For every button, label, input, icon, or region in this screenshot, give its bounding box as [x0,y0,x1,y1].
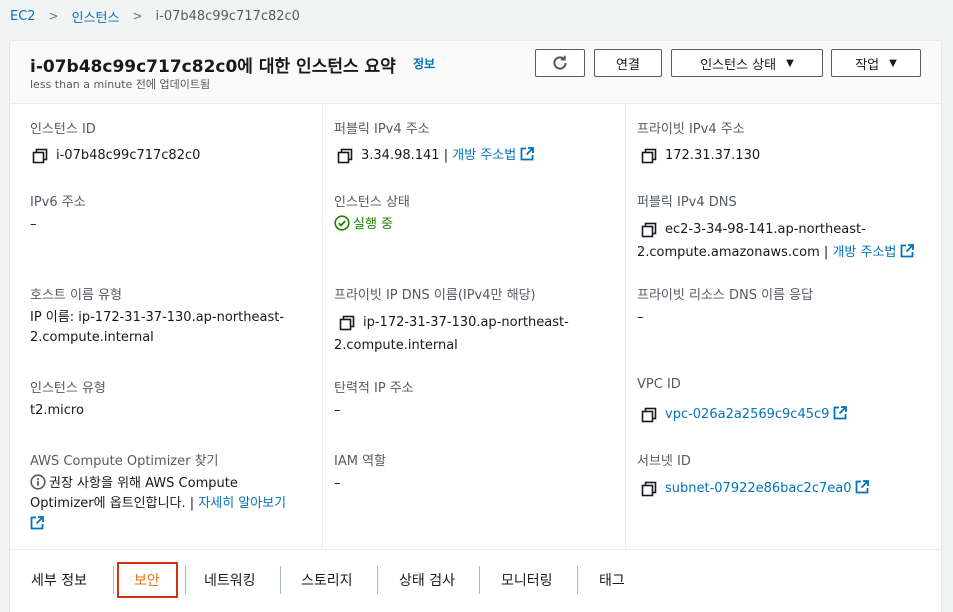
ipv6-label: IPv6 주소 [30,195,86,210]
external-link-icon[interactable] [900,244,915,258]
public-ipv4-label: 퍼블릭 IPv4 주소 [334,122,430,137]
breadcrumb: EC2 > 인스턴스 > i-07b48c99c717c82c0 [10,7,300,26]
external-link-icon[interactable] [855,480,870,494]
breadcrumb-separator: > [48,9,59,23]
copy-icon[interactable] [641,481,657,497]
tab-divider [577,566,578,594]
actions-label: 작업 [855,57,880,73]
tab-tags[interactable]: 태그 [599,568,625,592]
subnet-id-label: 서브넷 ID [637,454,691,469]
vpc-id-value: vpc-026a2a2569c9c45c9 [641,404,848,425]
page-title: i-07b48c99c717c82c0에 대한 인스턴스 요약 [30,57,396,77]
ipv6-value: – [30,217,37,232]
tab-status-checks[interactable]: 상태 검사 [399,568,455,592]
iam-role-label: IAM 역할 [334,454,386,469]
external-link-icon[interactable] [520,147,535,161]
learn-more-link[interactable]: 자세히 알아보기 [198,496,286,511]
instance-id-value: i-07b48c99c717c82c0 [32,145,200,166]
instance-state-button[interactable]: 인스턴스 상태 ▼ [671,49,823,77]
open-address-link[interactable]: 개방 주소법 [832,245,896,260]
connect-button[interactable]: 연결 [594,49,662,77]
tab-divider [185,566,186,594]
compute-optimizer-value-line1: 권장 사항을 위해 AWS Compute [30,473,238,494]
tab-details[interactable]: 세부 정보 [31,568,87,592]
column-divider [322,105,323,549]
tab-storage[interactable]: 스토리지 [301,568,353,592]
instance-state-value: 실행 중 [334,214,393,235]
actions-button[interactable]: 작업 ▼ [831,49,921,77]
breadcrumb-current: i-07b48c99c717c82c0 [155,8,300,24]
private-ipv4-label: 프라이빗 IPv4 주소 [637,122,745,137]
refresh-button[interactable] [535,49,585,77]
elastic-ip-value: – [334,403,341,418]
caret-down-icon: ▼ [889,57,897,69]
panel-header: i-07b48c99c717c82c0에 대한 인스턴스 요약 정보 less … [10,41,941,104]
public-dns-value-line1: ec2-3-34-98-141.ap-northeast- [641,219,866,240]
refresh-icon [553,55,567,70]
info-icon [30,474,46,490]
hostname-type-label: 호스트 이름 유형 [30,288,122,303]
copy-icon[interactable] [641,148,657,164]
private-dns-label: 프라이빗 IP DNS 이름(IPv4만 해당) [334,288,536,303]
tab-divider [479,566,480,594]
last-updated: less than a minute 전에 업데이트됨 [30,78,211,91]
instance-state-label: 인스턴스 상태 [700,57,777,73]
connect-label: 연결 [616,57,640,73]
copy-icon[interactable] [32,148,48,164]
breadcrumb-ec2[interactable]: EC2 [10,9,36,24]
public-ipv4-value: 3.34.98.141 | 개방 주소법 [337,145,535,166]
tab-divider [377,566,378,594]
private-ipv4-value: 172.31.37.130 [641,145,760,166]
copy-icon[interactable] [339,315,355,331]
breadcrumb-instances[interactable]: 인스턴스 [72,7,120,26]
vpc-id-label: VPC ID [637,377,681,392]
success-check-icon [334,215,350,231]
instance-summary-panel: i-07b48c99c717c82c0에 대한 인스턴스 요약 정보 less … [10,40,941,612]
caret-down-icon: ▼ [786,57,794,69]
hostname-type-value-line2: 2.compute.internal [30,330,154,345]
private-dns-value-line1: ip-172-31-37-130.ap-northeast- [339,312,569,333]
copy-icon[interactable] [641,407,657,423]
tab-networking[interactable]: 네트워킹 [204,568,256,592]
compute-optimizer-label: AWS Compute Optimizer 찾기 [30,454,219,469]
tab-highlight-box [117,562,178,598]
subnet-id-value: subnet-07922e86bac2c7ea0 [641,478,870,499]
compute-optimizer-value-line2: Optimizer에 옵트인합니다. | 자세히 알아보기 [30,496,287,511]
copy-icon[interactable] [337,148,353,164]
elastic-ip-label: 탄력적 IP 주소 [334,381,414,396]
hostname-type-value-line1: IP 이름: ip-172-31-37-130.ap-northeast- [30,310,285,325]
instance-id-label: 인스턴스 ID [30,122,96,137]
vpc-id-link[interactable]: vpc-026a2a2569c9c45c9 [665,407,829,422]
iam-role-value: – [334,476,341,491]
tab-monitoring[interactable]: 모니터링 [501,568,553,592]
private-resource-dns-label: 프라이빗 리소스 DNS 이름 응답 [637,288,814,303]
subnet-id-link[interactable]: subnet-07922e86bac2c7ea0 [665,481,851,496]
tab-divider [280,566,281,594]
external-link-icon[interactable] [833,406,848,420]
breadcrumb-separator: > [132,9,143,23]
column-divider [625,105,626,549]
instance-type-value: t2.micro [30,403,84,418]
private-dns-value-line2: 2.compute.internal [334,338,458,353]
detail-tabs: 세부 정보 보안 네트워킹 스토리지 상태 검사 모니터링 태그 [10,549,941,612]
external-link-icon[interactable] [30,516,44,530]
info-link[interactable]: 정보 [413,55,435,72]
private-resource-dns-value: – [637,310,644,325]
open-address-link[interactable]: 개방 주소법 [452,148,516,163]
public-dns-value-line2: 2.compute.amazonaws.com | 개방 주소법 [637,242,915,263]
compute-optimizer-ext-link [30,514,44,535]
instance-state-field-label: 인스턴스 상태 [334,195,410,210]
copy-icon[interactable] [641,222,657,238]
instance-type-label: 인스턴스 유형 [30,381,106,396]
public-dns-label: 퍼블릭 IPv4 DNS [637,195,737,210]
tab-divider [113,566,114,594]
